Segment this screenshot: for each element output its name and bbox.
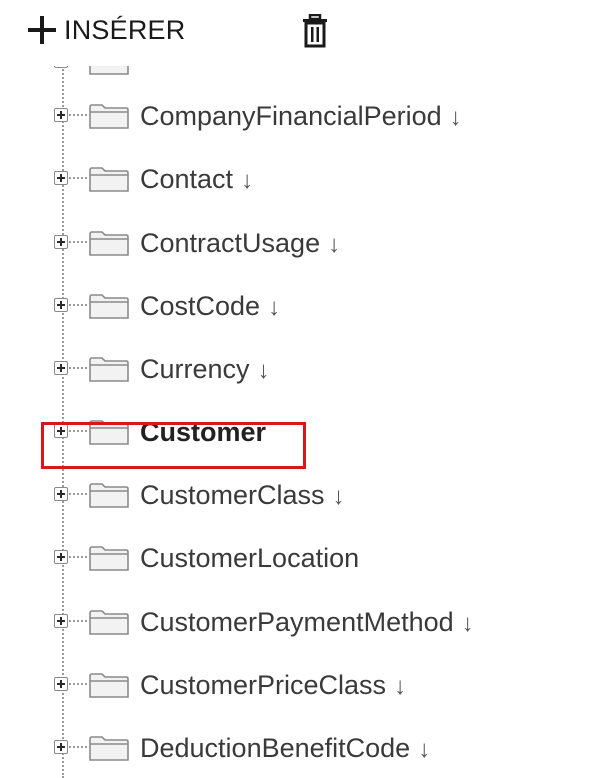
tree-node-label[interactable]: Currency ↓ bbox=[140, 353, 270, 387]
tree-branch-line bbox=[69, 620, 87, 622]
tree-node-text: Contact bbox=[140, 164, 234, 194]
expand-toggle-icon[interactable] bbox=[54, 614, 68, 628]
tree-node-label[interactable]: CustomerPaymentMethod ↓ bbox=[140, 606, 474, 640]
tree-node[interactable]: Contact ↓ bbox=[0, 155, 616, 205]
tree-node[interactable]: CostCode ↓ bbox=[0, 282, 616, 332]
expand-toggle-icon[interactable] bbox=[54, 361, 68, 375]
tree-node-partial bbox=[0, 66, 616, 88]
tree-node[interactable]: Currency ↓ bbox=[0, 345, 616, 395]
expand-toggle-icon[interactable] bbox=[54, 677, 68, 691]
expand-toggle-icon[interactable] bbox=[54, 487, 68, 501]
folder-icon bbox=[89, 104, 129, 129]
expand-toggle-icon[interactable] bbox=[54, 108, 68, 122]
sort-arrow-icon: ↓ bbox=[394, 673, 407, 700]
tree-branch-line bbox=[69, 367, 87, 369]
tree-node-text: CustomerLocation bbox=[140, 543, 360, 573]
tree-node-label[interactable]: DeductionBenefitCode ↓ bbox=[140, 732, 430, 766]
sort-arrow-icon: ↓ bbox=[328, 231, 341, 258]
tree-node[interactable]: DeductionBenefitCode ↓ bbox=[0, 724, 616, 774]
tree-branch-line bbox=[69, 304, 87, 306]
folder-icon bbox=[89, 546, 129, 571]
expand-toggle-icon[interactable] bbox=[54, 235, 68, 249]
tree-branch-line bbox=[69, 556, 87, 558]
delete-button[interactable] bbox=[300, 14, 330, 48]
tree-node[interactable]: CustomerPriceClass ↓ bbox=[0, 661, 616, 711]
tree-branch-line bbox=[69, 683, 87, 685]
toolbar: INSÉRER bbox=[0, 0, 616, 66]
tree-node-label[interactable]: CustomerPriceClass ↓ bbox=[140, 669, 406, 703]
tree-node-text: DeductionBenefitCode bbox=[140, 733, 411, 763]
insert-button[interactable]: INSÉRER bbox=[26, 10, 185, 50]
folder-icon bbox=[89, 483, 129, 508]
tree-node-text: Currency bbox=[140, 354, 250, 384]
tree-branch-line bbox=[69, 241, 87, 243]
folder-icon bbox=[89, 66, 129, 75]
trash-icon bbox=[303, 14, 327, 48]
sort-arrow-icon: ↓ bbox=[332, 483, 345, 510]
tree-node-label[interactable]: CostCode ↓ bbox=[140, 290, 280, 324]
insert-label: INSÉRER bbox=[64, 15, 186, 45]
tree-branch-line bbox=[69, 114, 87, 116]
tree-node-label[interactable]: CustomerLocation bbox=[140, 542, 359, 574]
tree-node-label[interactable]: CompanyFinancialPeriod ↓ bbox=[140, 100, 462, 134]
sort-arrow-icon: ↓ bbox=[257, 357, 270, 384]
tree-node-text: CostCode bbox=[140, 291, 261, 321]
tree-node[interactable]: CompanyFinancialPeriod ↓ bbox=[0, 92, 616, 142]
tree-branch-line bbox=[69, 493, 87, 495]
sort-arrow-icon: ↓ bbox=[268, 294, 281, 321]
tree-node[interactable]: ContractUsage ↓ bbox=[0, 219, 616, 269]
sort-arrow-icon: ↓ bbox=[449, 104, 462, 131]
tree-node[interactable]: CustomerLocation bbox=[0, 534, 616, 584]
tree-node-text: CompanyFinancialPeriod bbox=[140, 101, 442, 131]
expand-toggle-icon[interactable] bbox=[54, 740, 68, 754]
tree-node[interactable]: CustomerPaymentMethod ↓ bbox=[0, 598, 616, 648]
tree-node-label[interactable]: Contact ↓ bbox=[140, 163, 253, 197]
expand-toggle-icon[interactable] bbox=[54, 550, 68, 564]
tree-view: CompanyFinancialPeriod ↓ Contact ↓ ContractU… bbox=[0, 66, 616, 778]
tree-node-text: ContractUsage bbox=[140, 228, 321, 258]
tree-node-text: CustomerClass bbox=[140, 480, 325, 510]
tree-node-label[interactable]: ContractUsage ↓ bbox=[140, 227, 340, 261]
tree-node-text: CustomerPaymentMethod bbox=[140, 607, 454, 637]
expand-toggle-icon[interactable] bbox=[54, 298, 68, 312]
tree-node-label[interactable]: CustomerClass ↓ bbox=[140, 479, 345, 513]
folder-icon bbox=[89, 673, 129, 698]
sort-arrow-icon: ↓ bbox=[461, 610, 474, 637]
folder-icon bbox=[89, 294, 129, 319]
plus-icon bbox=[26, 13, 60, 47]
folder-icon bbox=[89, 610, 129, 635]
tree-node[interactable]: CustomerClass ↓ bbox=[0, 471, 616, 521]
folder-icon bbox=[89, 736, 129, 761]
tree-branch-line bbox=[69, 177, 87, 179]
folder-icon bbox=[89, 167, 129, 192]
expand-toggle-icon[interactable] bbox=[54, 171, 68, 185]
expand-toggle-icon[interactable] bbox=[54, 66, 68, 68]
tree-node-text: CustomerPriceClass bbox=[140, 670, 387, 700]
folder-icon bbox=[89, 357, 129, 382]
tree-branch-line bbox=[69, 746, 87, 748]
folder-icon bbox=[89, 231, 129, 256]
sort-arrow-icon: ↓ bbox=[418, 736, 431, 763]
sort-arrow-icon: ↓ bbox=[241, 167, 254, 194]
selection-highlight bbox=[41, 422, 306, 469]
